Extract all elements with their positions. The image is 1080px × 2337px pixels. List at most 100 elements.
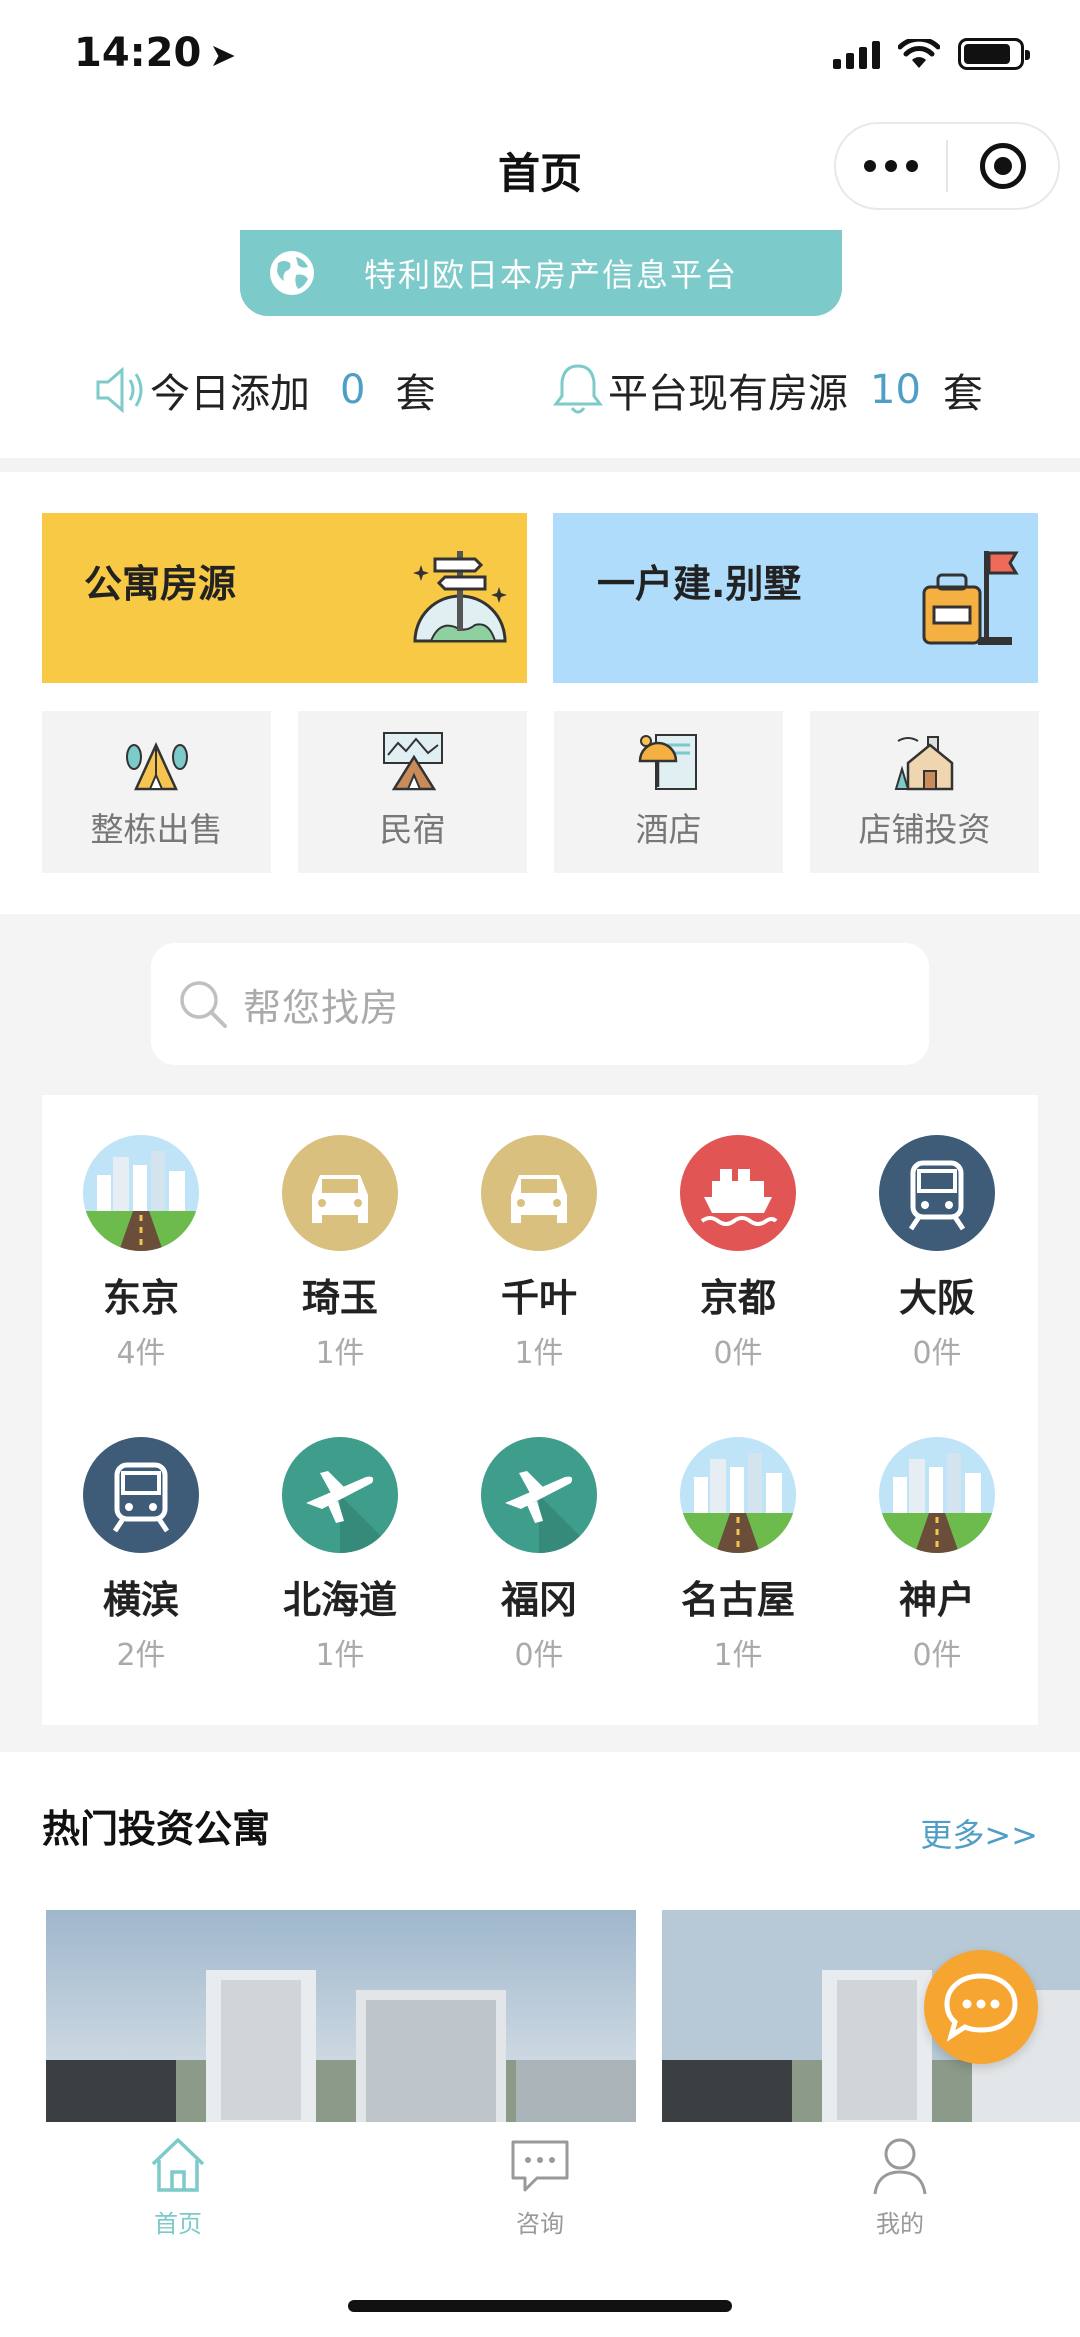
city-nagoya[interactable]: 名古屋 1件 — [639, 1437, 837, 1674]
city-name: 大阪 — [898, 1276, 975, 1320]
city-name: 福冈 — [500, 1578, 577, 1622]
city-road-icon — [879, 1437, 995, 1553]
city-name: 北海道 — [282, 1578, 397, 1622]
today-label: 今日添加 — [150, 371, 310, 417]
category-hotel-label: 酒店 — [635, 810, 702, 849]
more-link[interactable]: 更多>> — [920, 1810, 1038, 1856]
total-label: 平台现有房源 — [608, 371, 848, 417]
chat-icon — [511, 2140, 569, 2192]
city-kobe[interactable]: 神户 0件 — [838, 1437, 1036, 1674]
total-count: 10 — [870, 367, 921, 413]
tab-consult-label: 咨询 — [516, 2210, 564, 2238]
section-divider — [0, 458, 1080, 472]
chat-bubble-icon — [944, 1973, 1018, 2042]
banner-text: 特利欧日本房产信息平台 — [364, 256, 739, 294]
total-listings-stat: 平台现有房源 10 套 — [548, 360, 983, 420]
city-count: 1件 — [315, 1336, 365, 1371]
city-osaka[interactable]: 大阪 0件 — [838, 1135, 1036, 1372]
category-shop-investment-label: 店铺投资 — [858, 810, 991, 849]
home-icon — [151, 2138, 205, 2192]
city-count: 1件 — [315, 1638, 365, 1673]
city-count: 1件 — [713, 1638, 763, 1673]
category-villa-card[interactable]: 一户建.别墅 — [553, 513, 1038, 683]
city-count: 1件 — [514, 1336, 564, 1371]
category-apartment-label: 公寓房源 — [84, 562, 237, 606]
tab-mine[interactable]: 我的 — [800, 2132, 1000, 2239]
city-yokohama[interactable]: 横滨 2件 — [42, 1437, 240, 1674]
city-name: 京都 — [699, 1276, 776, 1320]
tent-trees-icon — [126, 741, 188, 791]
wifi-icon — [898, 39, 940, 68]
house-factory-icon — [894, 736, 954, 791]
status-icons — [833, 38, 1030, 70]
airplane-icon — [282, 1437, 398, 1553]
train-icon — [83, 1437, 199, 1553]
today-added-stat: 今日添加 0 套 — [94, 361, 435, 419]
category-villa-label: 一户建.别墅 — [597, 562, 802, 606]
user-icon — [873, 2138, 927, 2195]
city-name: 琦玉 — [301, 1276, 378, 1320]
city-count: 4件 — [116, 1336, 166, 1371]
city-count: 0件 — [713, 1336, 763, 1371]
stats-row: 今日添加 0 套 平台现有房源 10 套 — [0, 350, 1080, 430]
speaker-icon — [96, 366, 143, 414]
search-icon — [180, 981, 227, 1028]
city-count: 0件 — [514, 1638, 564, 1673]
today-count: 0 — [340, 367, 366, 413]
cellular-signal-icon — [833, 39, 880, 69]
city-name: 千叶 — [500, 1276, 577, 1320]
signpost-globe-icon — [413, 551, 507, 643]
sub-category-row: 整栋出售 民宿 酒店 店铺投资 — [42, 711, 1039, 873]
search-placeholder: 帮您找房 — [243, 985, 400, 1030]
tab-mine-label: 我的 — [876, 2210, 924, 2238]
train-icon — [879, 1135, 995, 1251]
close-target-icon[interactable] — [948, 143, 1058, 189]
property-image[interactable] — [46, 1910, 636, 2122]
city-count: 0件 — [912, 1336, 962, 1371]
flag-luggage-icon — [922, 551, 1019, 645]
category-shop-investment[interactable]: 店铺投资 — [810, 711, 1039, 873]
category-whole-building-label: 整栋出售 — [90, 810, 223, 849]
tab-consult[interactable]: 咨询 — [440, 2132, 640, 2239]
category-whole-building[interactable]: 整栋出售 — [42, 711, 271, 873]
city-kyoto[interactable]: 京都 0件 — [639, 1135, 837, 1372]
hot-apartments-title: 热门投资公寓 — [42, 1807, 271, 1851]
city-name: 神户 — [898, 1578, 975, 1622]
city-saitama[interactable]: 琦玉 1件 — [241, 1135, 439, 1372]
city-name: 横滨 — [102, 1578, 179, 1622]
more-options-icon[interactable] — [836, 160, 946, 172]
miniprogram-capsule — [834, 122, 1060, 210]
category-hotel[interactable]: 酒店 — [554, 711, 783, 873]
battery-icon — [958, 38, 1030, 70]
city-name: 名古屋 — [680, 1578, 795, 1622]
city-hokkaido[interactable]: 北海道 1件 — [241, 1437, 439, 1674]
city-name: 东京 — [102, 1276, 179, 1320]
city-fukuoka[interactable]: 福冈 0件 — [440, 1437, 638, 1674]
category-apartment-card[interactable]: 公寓房源 — [42, 513, 527, 683]
car-icon — [282, 1135, 398, 1251]
chat-fab-button[interactable] — [924, 1950, 1038, 2064]
airplane-icon — [481, 1437, 597, 1553]
tab-home-label: 首页 — [154, 2210, 202, 2238]
ship-icon — [680, 1135, 796, 1251]
car-icon — [481, 1135, 597, 1251]
city-road-icon — [680, 1437, 796, 1553]
search-input[interactable]: 帮您找房 — [151, 943, 929, 1065]
globe-icon — [270, 251, 314, 295]
camping-tent-icon — [383, 732, 443, 791]
bell-icon — [553, 364, 603, 414]
location-arrow-icon: ➤ — [209, 36, 237, 74]
tab-home[interactable]: 首页 — [78, 2132, 278, 2239]
total-unit: 套 — [942, 371, 983, 417]
today-unit: 套 — [395, 371, 436, 417]
city-tokyo[interactable]: 东京 4件 — [42, 1135, 240, 1372]
home-indicator[interactable] — [348, 2300, 732, 2312]
status-time: 14:20 ➤ — [74, 30, 236, 76]
city-chiba[interactable]: 千叶 1件 — [440, 1135, 638, 1372]
city-road-icon — [83, 1135, 199, 1251]
city-count: 2件 — [116, 1638, 166, 1673]
city-count: 0件 — [912, 1638, 962, 1673]
category-homestay[interactable]: 民宿 — [298, 711, 527, 873]
beach-umbrella-icon — [638, 734, 697, 790]
category-homestay-label: 民宿 — [379, 810, 446, 849]
